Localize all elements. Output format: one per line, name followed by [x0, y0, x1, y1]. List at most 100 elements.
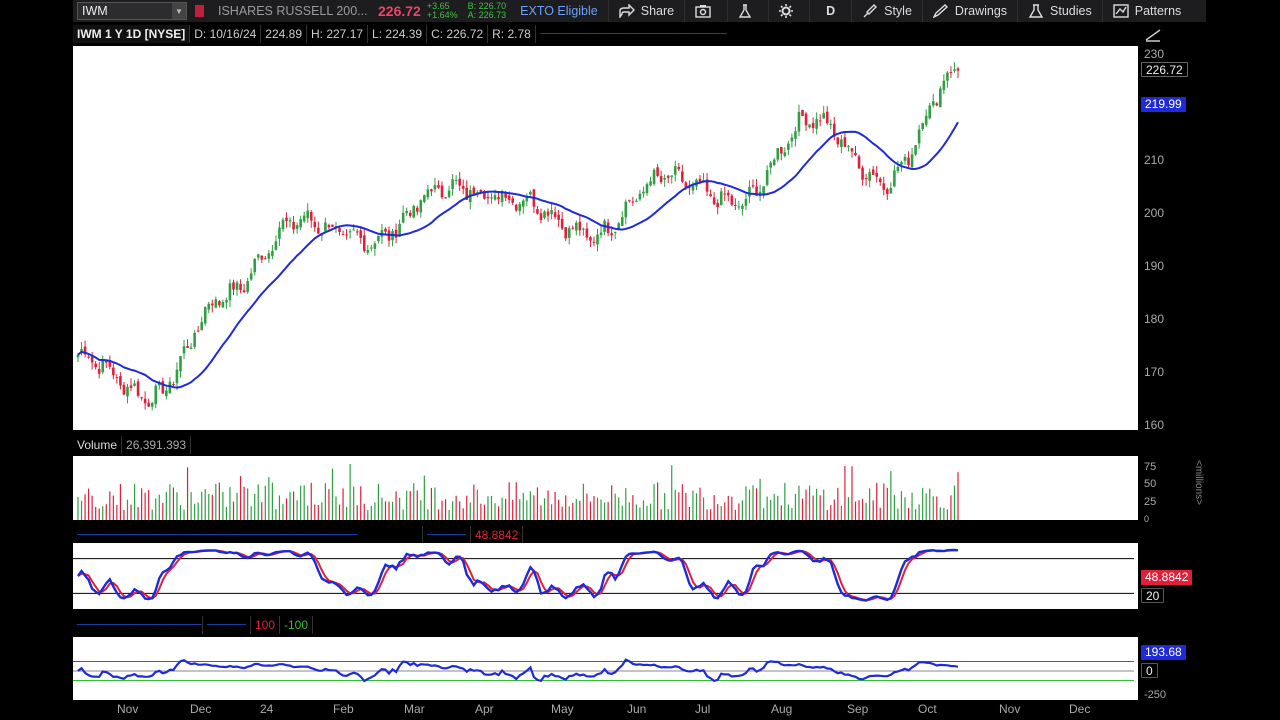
candle-body	[249, 273, 253, 280]
candle-body	[246, 281, 249, 293]
volume-bar	[88, 488, 90, 520]
candle-body	[486, 196, 490, 199]
candle	[203, 306, 207, 326]
volume-bar	[950, 495, 952, 520]
volume-bar	[452, 501, 454, 520]
candle	[889, 182, 893, 195]
cci-line	[77, 658, 959, 683]
candle	[681, 164, 684, 184]
volume-bar	[925, 493, 927, 520]
chevron-down-icon[interactable]: ▼	[172, 3, 186, 19]
volume-bar	[292, 491, 295, 520]
volume-bar	[607, 502, 609, 520]
candle-body	[645, 184, 649, 194]
volume-bar	[300, 485, 302, 520]
candle	[522, 198, 525, 214]
volume-bar	[876, 482, 878, 520]
symbol-input[interactable]: IWM ▼	[77, 2, 187, 20]
style-button[interactable]: Style	[852, 0, 923, 22]
volume-bar	[130, 504, 132, 520]
style-label: Style	[884, 4, 912, 18]
timeframe-button[interactable]: D	[810, 0, 853, 22]
volume-chart[interactable]	[73, 456, 1138, 520]
cci-header: ──────────────── ───── 100 -100	[73, 615, 1138, 635]
settings-button[interactable]	[769, 0, 811, 22]
volume-bar	[317, 505, 319, 520]
candle	[87, 355, 90, 359]
candle-body	[917, 129, 921, 144]
moving-average-tag[interactable]: ────────────────────────	[536, 28, 731, 40]
x-tick: Sep	[847, 702, 869, 716]
cci-study-tag[interactable]: ────────────────	[73, 616, 203, 634]
candle	[355, 228, 359, 236]
volume-header: Volume 26,391.393	[73, 435, 1138, 455]
drawings-button[interactable]: Drawings	[923, 0, 1019, 22]
candle-body	[309, 211, 313, 221]
volume-label: Volume	[73, 436, 123, 454]
cci-chart[interactable]	[73, 637, 1138, 700]
volume-bar	[250, 506, 252, 520]
candle-body	[649, 181, 652, 186]
cci-panel[interactable]	[73, 637, 1138, 700]
lab-button[interactable]	[728, 0, 770, 22]
volume-bar	[381, 497, 383, 520]
share-button[interactable]: Share	[609, 0, 686, 22]
candle	[779, 146, 783, 161]
volume-bar	[929, 488, 931, 520]
screenshot-button[interactable]	[685, 0, 729, 22]
candle	[939, 86, 942, 108]
stoch-study-tag[interactable]: ────────────────────────────────────	[73, 526, 423, 544]
info-high: H: 227.17	[307, 25, 369, 43]
volume-bar	[109, 491, 111, 520]
ask-value: A: 226.73	[467, 10, 507, 20]
candle-body	[659, 176, 663, 183]
patterns-button[interactable]: Patterns	[1103, 0, 1192, 22]
candle-body	[719, 191, 723, 206]
volume-bar	[490, 495, 493, 520]
volume-bar	[678, 492, 680, 520]
price-chart[interactable]	[73, 46, 1138, 430]
candle	[514, 203, 518, 212]
candle	[214, 296, 218, 309]
volume-bar	[558, 499, 560, 520]
volume-bar	[589, 501, 592, 520]
candle-body	[716, 202, 719, 208]
candle-body	[437, 185, 440, 188]
volume-panel[interactable]	[73, 456, 1138, 520]
candle-body	[539, 213, 543, 221]
price-panel[interactable]	[73, 46, 1138, 430]
volume-bar	[522, 492, 524, 520]
volume-bar	[179, 505, 182, 520]
volume-bar	[261, 502, 263, 520]
volume-bar	[957, 472, 959, 520]
volume-bar	[469, 502, 471, 520]
candle	[871, 166, 875, 175]
studies-button[interactable]: Studies	[1018, 0, 1103, 22]
candle	[804, 111, 808, 131]
exto-button[interactable]: EXTO Eligible	[520, 0, 609, 22]
candle	[910, 147, 914, 169]
candle-body	[189, 347, 193, 349]
volume-bar	[893, 494, 895, 520]
info-date: D: 10/16/24	[190, 25, 262, 43]
trend-tool-icon[interactable]	[1145, 28, 1161, 42]
candle	[458, 171, 461, 191]
candle	[931, 93, 935, 108]
candle-body	[589, 237, 592, 241]
candle	[631, 196, 635, 206]
volume-bar	[791, 508, 793, 520]
candle	[405, 207, 408, 216]
candle-body	[765, 170, 769, 185]
candle	[546, 208, 550, 222]
volume-bar	[296, 500, 298, 520]
stochastic-panel[interactable]	[73, 543, 1138, 609]
pencil-icon	[932, 4, 948, 18]
candle-body	[864, 178, 868, 180]
volume-bar	[897, 508, 899, 520]
volume-bar	[413, 483, 415, 520]
stochastic-chart[interactable]	[73, 543, 1138, 609]
volume-bar	[808, 485, 811, 520]
candle	[313, 216, 317, 233]
candle	[317, 221, 320, 235]
window-margin	[1206, 0, 1280, 720]
